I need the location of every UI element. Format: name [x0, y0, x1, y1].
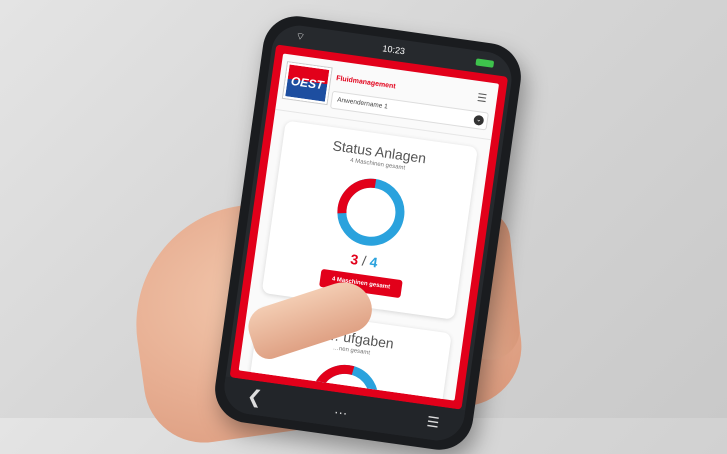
oest-logo: OEST [282, 62, 332, 104]
back-arrow-icon[interactable]: ❮ [246, 386, 264, 409]
user-select-dropdown[interactable]: Anwendername 1 ⌄ [329, 90, 489, 131]
status-donut-chart [337, 178, 405, 246]
status-anlagen-card: Status Anlagen 4 Maschinen gesamt 3 / 4 … [261, 120, 478, 320]
hamburger-menu-icon[interactable]: ☰ [476, 91, 488, 105]
chevron-down-icon[interactable]: ⌄ [473, 114, 485, 126]
recent-apps-icon[interactable]: ☰ [426, 413, 441, 432]
app-title: Fluidmanagement [335, 75, 396, 91]
counter-total: 4 [368, 253, 379, 271]
phone-screen: ⌔ 10:23 OEST Fluidmanagement ☰ Anwendern… [220, 22, 516, 444]
home-icon[interactable]: … [333, 400, 350, 418]
counter-separator: / [361, 252, 368, 269]
user-select-value: Anwendername 1 [336, 96, 389, 111]
counter-value: 3 [349, 250, 360, 268]
